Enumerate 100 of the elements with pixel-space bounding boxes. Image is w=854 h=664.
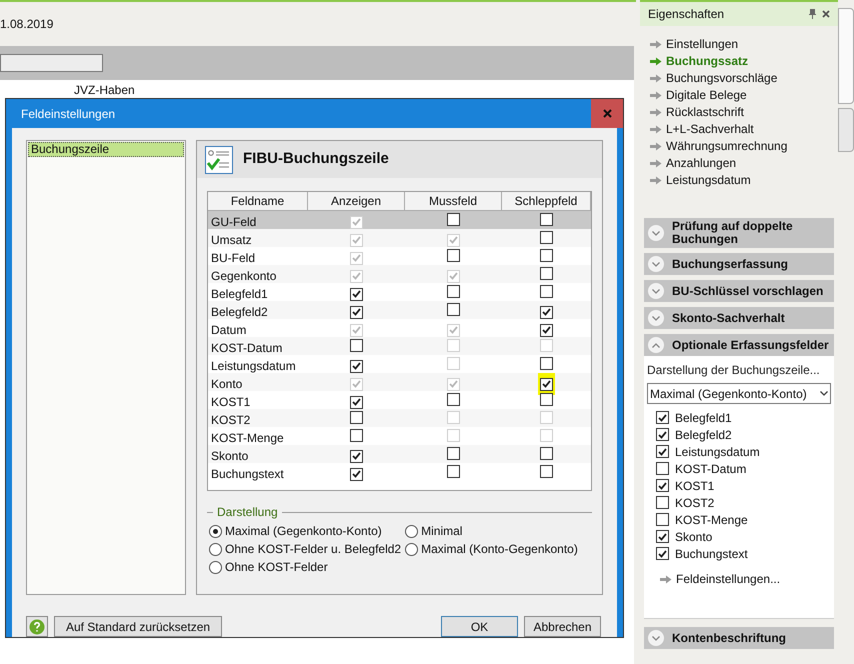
nav-link[interactable]: Digitale Belege (666, 86, 747, 104)
expand-icon[interactable] (648, 225, 664, 241)
checkbox-label: KOST-Menge (675, 512, 748, 528)
checkbox[interactable] (350, 468, 363, 480)
radio-button[interactable] (209, 524, 222, 538)
checkbox[interactable] (350, 360, 363, 372)
field-name: KOST-Menge (210, 430, 285, 447)
nav-link[interactable]: Rücklastschrift (666, 103, 744, 121)
checkbox[interactable] (447, 285, 460, 298)
checkbox[interactable] (540, 324, 553, 336)
checkbox[interactable] (656, 513, 669, 526)
nav-link[interactable]: L+L-Sachverhalt (666, 120, 754, 138)
checkbox[interactable] (656, 445, 669, 458)
column-header[interactable]: Schleppfeld (502, 192, 591, 211)
column-header[interactable]: Mussfeld (405, 192, 502, 211)
expand-icon[interactable] (648, 630, 664, 646)
checkbox[interactable] (447, 393, 460, 406)
checkbox[interactable] (350, 288, 363, 300)
cancel-button[interactable]: Abbrechen (524, 616, 601, 637)
checkbox[interactable] (350, 306, 363, 318)
checkbox[interactable] (447, 465, 460, 478)
radio-option[interactable]: Minimal (405, 523, 578, 539)
nav-link[interactable]: Buchungssatz (666, 52, 748, 70)
field-name: KOST-Datum (210, 340, 284, 357)
nav-link[interactable]: Währungsumrechnung (666, 137, 788, 155)
arrow-icon (660, 574, 672, 584)
table-row[interactable]: KOST-Datum (208, 337, 591, 355)
checkbox[interactable] (540, 378, 553, 390)
field-name: BU-Feld (210, 250, 256, 267)
expand-icon[interactable] (648, 256, 664, 272)
checkbox[interactable] (447, 447, 460, 460)
checkbox[interactable] (656, 428, 669, 441)
radio-button[interactable] (209, 542, 222, 556)
radio-button[interactable] (405, 542, 418, 556)
checkbox[interactable] (540, 231, 553, 244)
nav-link[interactable]: Buchungsvorschläge (666, 69, 778, 87)
column-header[interactable]: Anzeigen (308, 192, 405, 211)
field-name: Buchungstext (210, 466, 285, 483)
checkbox[interactable] (540, 213, 553, 226)
checkbox[interactable] (350, 411, 363, 424)
checkbox[interactable] (540, 393, 553, 406)
checkbox[interactable] (540, 267, 553, 280)
checkbox[interactable] (350, 429, 363, 442)
checkbox[interactable] (540, 357, 553, 370)
radio-option[interactable]: Ohne KOST-Felder u. Belegfeld2 (209, 541, 402, 557)
radio-button[interactable] (209, 560, 222, 574)
collapse-icon[interactable] (648, 337, 664, 353)
checkbox[interactable] (447, 303, 460, 316)
checkbox[interactable] (540, 465, 553, 478)
dropdown[interactable]: Maximal (Gegenkonto-Konto) (647, 383, 831, 404)
checkbox[interactable] (350, 339, 363, 352)
ok-button[interactable]: OK (441, 616, 518, 637)
table-row[interactable]: Umsatz (208, 229, 591, 247)
input-field[interactable] (0, 54, 103, 72)
close-button[interactable] (591, 99, 623, 128)
table-row[interactable]: Belegfeld2 (208, 301, 591, 319)
table-row[interactable]: Gegenkonto (208, 265, 591, 283)
column-header[interactable]: Feldname (208, 192, 308, 211)
arrow-icon (650, 40, 662, 48)
radio-button[interactable] (405, 524, 418, 538)
checkbox[interactable] (656, 479, 669, 492)
nav-link[interactable]: Einstellungen (666, 35, 738, 53)
checkbox[interactable] (656, 411, 669, 424)
field-name: KOST2 (210, 412, 252, 429)
field-name: Belegfeld1 (210, 286, 269, 303)
table-row[interactable]: KOST2 (208, 409, 591, 427)
checkbox[interactable] (540, 249, 553, 262)
date-text: 1.08.2019 (0, 16, 54, 33)
close-icon[interactable] (822, 10, 830, 18)
checkbox[interactable] (540, 447, 553, 460)
checkbox[interactable] (656, 462, 669, 475)
checkbox[interactable] (656, 547, 669, 560)
checkbox[interactable] (350, 450, 363, 462)
table-row[interactable]: Skonto (208, 445, 591, 463)
checkbox[interactable] (656, 530, 669, 543)
checkbox[interactable] (540, 306, 553, 318)
field-name: Leistungsdatum (210, 358, 297, 375)
nav-link[interactable]: Leistungsdatum (666, 171, 751, 189)
expand-icon[interactable] (648, 283, 664, 299)
tree-item[interactable]: Buchungszeile (28, 142, 184, 157)
checkbox[interactable] (350, 396, 363, 408)
checkbox[interactable] (447, 249, 460, 262)
radio-option[interactable]: Maximal (Konto-Gegenkonto) (405, 541, 578, 557)
checkbox-label: Leistungsdatum (675, 444, 760, 460)
reset-button[interactable]: Auf Standard zurücksetzen (54, 616, 222, 637)
radio-option[interactable]: Maximal (Gegenkonto-Konto) (209, 523, 402, 539)
nav-link[interactable]: Anzahlungen (666, 154, 736, 172)
table-row[interactable]: GU-Feld (208, 211, 591, 229)
form-check-icon (205, 146, 233, 174)
arrow-icon (650, 142, 662, 150)
radio-option[interactable]: Ohne KOST-Felder (209, 559, 402, 575)
help-button[interactable] (26, 616, 48, 637)
expand-icon[interactable] (648, 310, 664, 326)
checkbox-label: KOST-Datum (675, 460, 746, 478)
pin-icon[interactable] (809, 9, 816, 19)
checkbox[interactable] (656, 496, 669, 509)
settings-link[interactable]: Feldeinstellungen... (676, 570, 780, 588)
checkbox[interactable] (540, 285, 553, 298)
checkbox[interactable] (447, 213, 460, 226)
arrow-icon (650, 56, 662, 66)
